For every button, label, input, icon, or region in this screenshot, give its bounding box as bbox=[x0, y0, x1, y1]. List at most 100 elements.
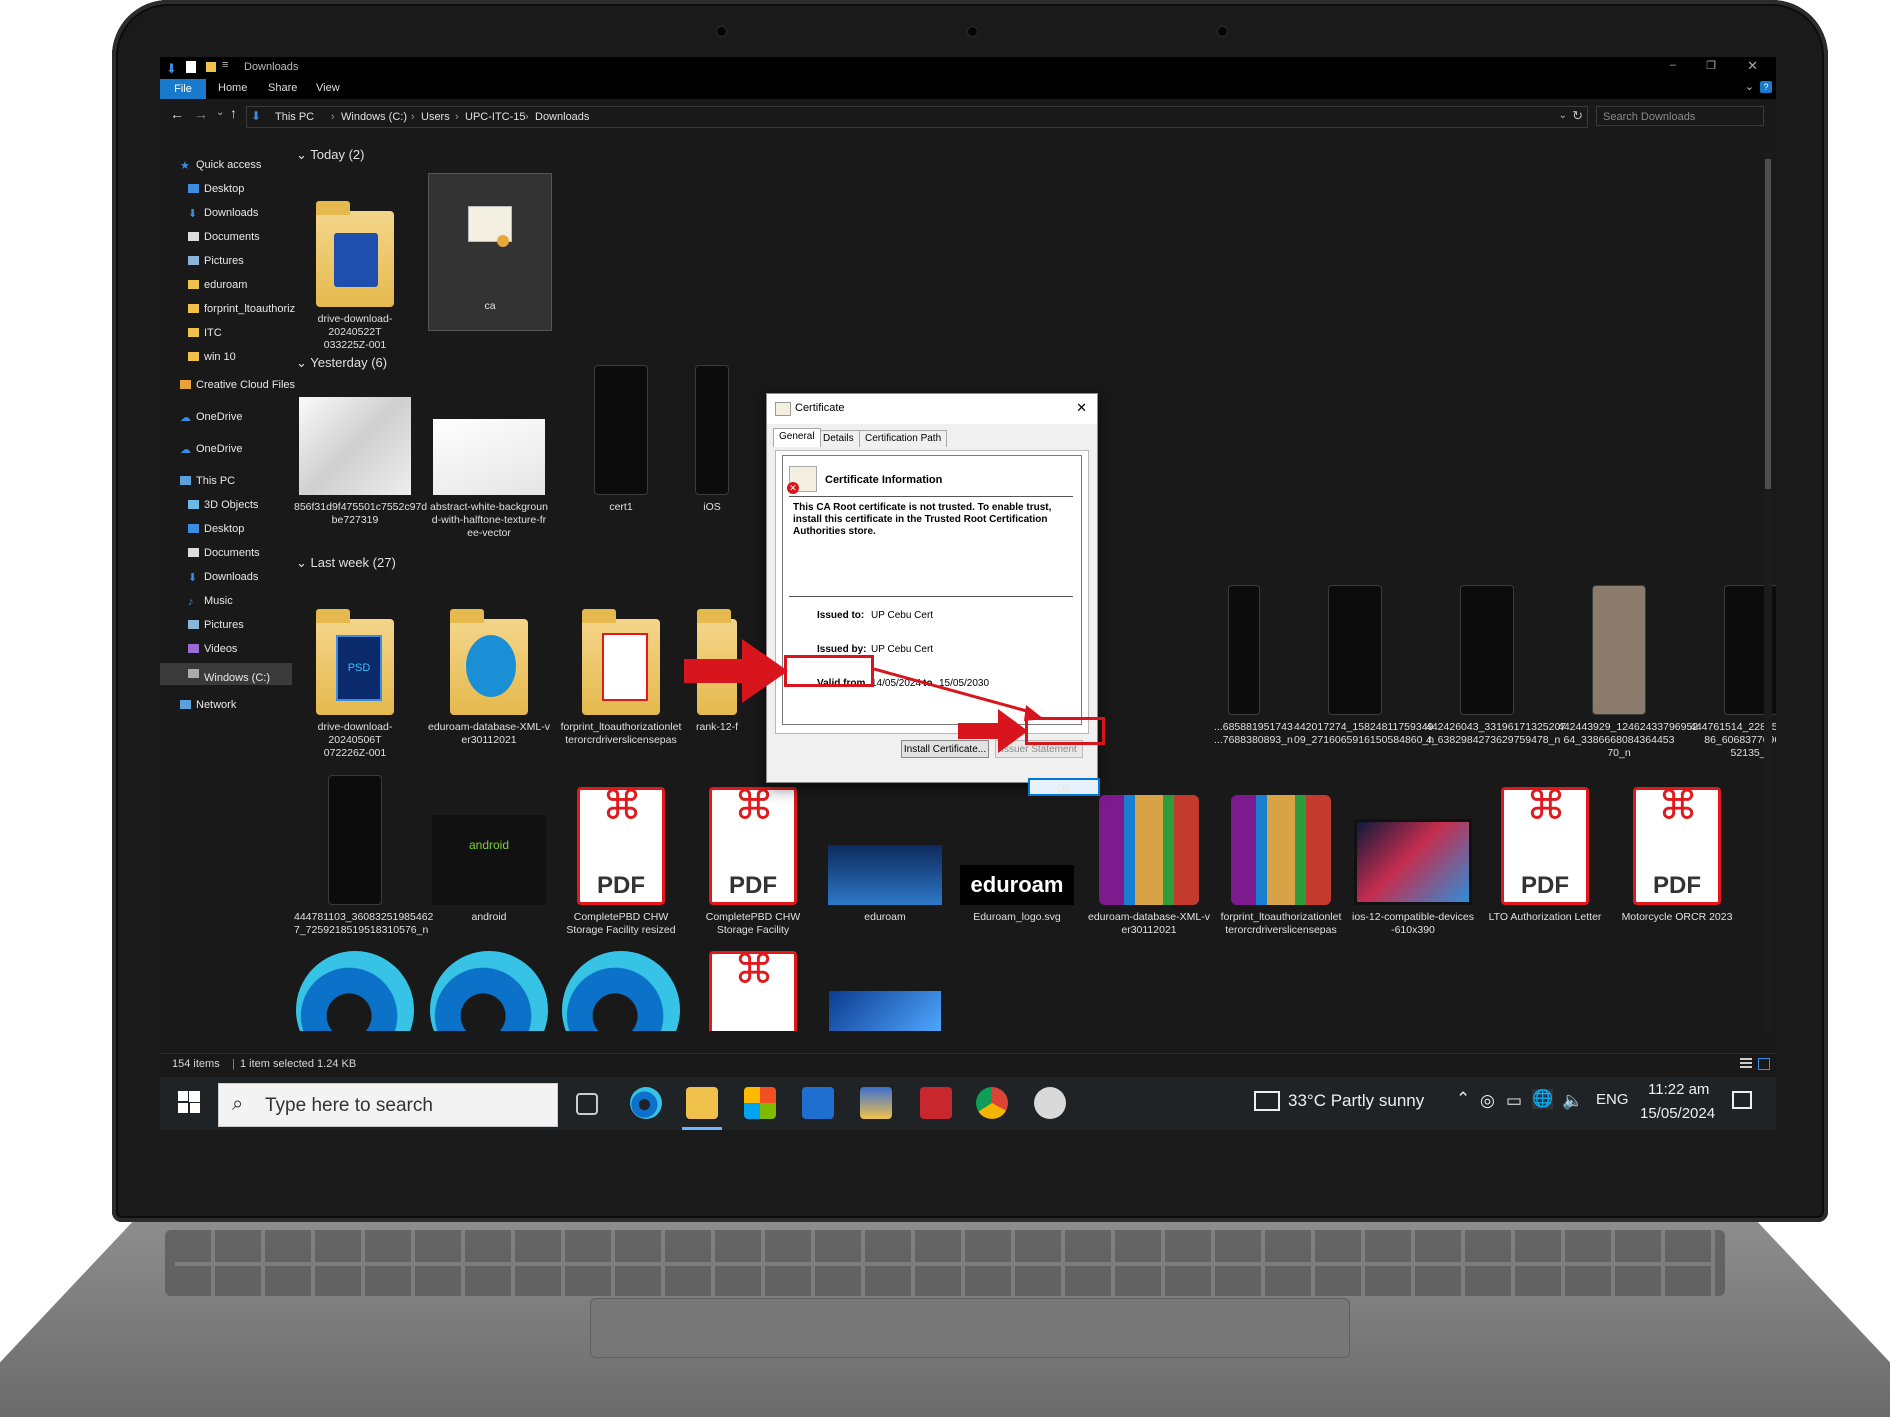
mail-icon[interactable] bbox=[802, 1087, 834, 1119]
file-item[interactable]: cert1 bbox=[560, 365, 682, 514]
nav-item-pictures[interactable]: Pictures bbox=[188, 255, 244, 267]
file-item-selected[interactable]: ca bbox=[428, 173, 552, 331]
forward-icon[interactable]: → bbox=[194, 106, 208, 122]
file-item[interactable]: 444781103_36083251985462 7_7259218519518… bbox=[294, 773, 433, 937]
file-item[interactable]: PSD drive-download-20240506T 072226Z-001 bbox=[294, 583, 416, 760]
location-icon[interactable]: ◎ bbox=[1480, 1091, 1495, 1111]
snipping-tool-icon[interactable] bbox=[1034, 1087, 1066, 1119]
quick-access-toolbar-dropdown-icon[interactable]: ≡ bbox=[222, 59, 228, 71]
file-item[interactable]: ⌘ PDF CompletePBD CHW Storage Facility re… bbox=[560, 773, 682, 937]
notifications-icon[interactable] bbox=[1732, 1091, 1752, 1109]
refresh-icon[interactable]: ↻ bbox=[1572, 108, 1583, 124]
nav-network[interactable]: Network bbox=[180, 699, 236, 711]
file-item[interactable]: forprint_ltoauthorizationlet terorcrdriv… bbox=[1220, 773, 1342, 937]
nav-item-eduroam[interactable]: eduroam bbox=[188, 279, 247, 291]
file-item[interactable]: eduroam-database-XML-v er30112021 bbox=[1088, 773, 1210, 937]
clock-time[interactable]: 11:22 am bbox=[1648, 1081, 1709, 1098]
nav-item-documents[interactable]: Documents bbox=[188, 231, 260, 243]
nav-item-pc-downloads[interactable]: ⬇ Downloads bbox=[188, 571, 258, 584]
globe-icon[interactable]: 🌐 bbox=[1532, 1089, 1554, 1109]
ribbon-tab-share[interactable]: Share bbox=[268, 82, 297, 94]
nav-item-itc[interactable]: ITC bbox=[188, 327, 222, 339]
new-folder-icon[interactable] bbox=[206, 62, 216, 72]
breadcrumb-this-pc[interactable]: This PC bbox=[275, 111, 314, 123]
file-item[interactable]: ⌘ PDF LTO Authorization Letter bbox=[1484, 773, 1606, 924]
clock-date[interactable]: 15/05/2024 bbox=[1640, 1105, 1715, 1122]
group-header-yesterday[interactable]: ⌄ Yesterday (6) bbox=[296, 355, 387, 371]
file-item[interactable]: abstract-white-backgroun d-with-halftone… bbox=[428, 395, 550, 540]
ribbon-tab-home[interactable]: Home bbox=[218, 82, 247, 94]
file-item[interactable]: 442443929_12462433796952 64_338666808436… bbox=[1558, 583, 1698, 760]
network-tool-icon[interactable] bbox=[860, 1087, 892, 1119]
nav-quick-access[interactable]: ★ Quick access bbox=[180, 159, 261, 172]
file-item[interactable]: 442426043_33196171325207 4_6382984273629… bbox=[1426, 583, 1566, 747]
battery-icon[interactable]: ▭ bbox=[1506, 1091, 1522, 1111]
nav-item-music[interactable]: ♪ Music bbox=[188, 595, 233, 608]
address-bar[interactable]: ⬇ This PC › Windows (C:) › Users › UPC-I… bbox=[246, 106, 1588, 128]
nav-item-pc-pictures[interactable]: Pictures bbox=[188, 619, 244, 631]
file-item[interactable]: eduroam-database-XML-v er30112021 bbox=[428, 583, 550, 747]
show-hidden-icons-icon[interactable]: ⌃ bbox=[1456, 1089, 1470, 1109]
file-item[interactable]: 856f31d9f475501c7552c97d be727319 bbox=[294, 395, 427, 527]
toolbox-icon[interactable] bbox=[920, 1087, 952, 1119]
file-item[interactable] bbox=[824, 991, 946, 1031]
address-dropdown-icon[interactable]: ⌄ bbox=[1559, 110, 1567, 121]
up-icon[interactable]: ↑ bbox=[230, 105, 237, 121]
start-button-icon[interactable] bbox=[178, 1091, 200, 1113]
nav-onedrive[interactable]: ☁ OneDrive bbox=[180, 411, 242, 424]
file-item[interactable]: ...685881951743 ...7688380893_n bbox=[1214, 583, 1293, 747]
breadcrumb-users[interactable]: Users bbox=[421, 111, 450, 123]
file-item[interactable] bbox=[560, 951, 682, 1031]
file-item[interactable]: forprint_ltoauthorizationlet terorcrdriv… bbox=[560, 583, 682, 747]
file-item[interactable]: ios-12-compatible-devices -610x390 bbox=[1352, 773, 1474, 937]
help-icon[interactable]: ? bbox=[1760, 81, 1772, 93]
weather-text[interactable]: 33°C Partly sunny bbox=[1288, 1091, 1424, 1111]
nav-creative-cloud[interactable]: Creative Cloud Files bbox=[180, 379, 295, 391]
file-item[interactable]: ⌘ PDF Motorcycle ORCR 2023 bbox=[1616, 773, 1738, 924]
breadcrumb-user-folder[interactable]: UPC-ITC-15 bbox=[465, 111, 526, 123]
search-downloads-input[interactable]: Search Downloads bbox=[1596, 106, 1764, 126]
nav-item-pc-desktop[interactable]: Desktop bbox=[188, 523, 244, 535]
file-item[interactable] bbox=[294, 951, 416, 1031]
properties-icon[interactable] bbox=[186, 61, 196, 73]
ok-button[interactable]: OK bbox=[1028, 778, 1100, 796]
ribbon-tab-view[interactable]: View bbox=[316, 82, 340, 94]
nav-item-desktop[interactable]: Desktop bbox=[188, 183, 244, 195]
speaker-icon[interactable]: 🔈 bbox=[1562, 1091, 1583, 1111]
nav-item-win10[interactable]: win 10 bbox=[188, 351, 236, 363]
taskbar-search-input[interactable]: Type here to search bbox=[218, 1083, 558, 1127]
file-item[interactable]: iOS bbox=[692, 365, 732, 514]
file-item[interactable]: android android bbox=[428, 773, 550, 924]
weather-icon[interactable] bbox=[1254, 1091, 1280, 1111]
nav-item-forprint[interactable]: forprint_ltoauthoriz bbox=[188, 303, 295, 315]
tab-general[interactable]: General bbox=[773, 428, 821, 447]
group-header-last-week[interactable]: ⌄ Last week (27) bbox=[296, 555, 396, 571]
expand-ribbon-icon[interactable]: ⌄ bbox=[1745, 80, 1754, 93]
file-item[interactable] bbox=[428, 951, 550, 1031]
breadcrumb-downloads[interactable]: Downloads bbox=[535, 111, 589, 123]
nav-item-videos[interactable]: Videos bbox=[188, 643, 237, 655]
ribbon-tab-file[interactable]: File bbox=[160, 79, 206, 99]
edge-icon[interactable] bbox=[630, 1087, 662, 1119]
microsoft-store-icon[interactable] bbox=[744, 1087, 776, 1119]
large-icons-view-icon[interactable] bbox=[1758, 1058, 1770, 1070]
file-explorer-icon[interactable] bbox=[686, 1087, 718, 1119]
group-header-today[interactable]: ⌄ Today (2) bbox=[296, 147, 364, 163]
scrollbar-thumb[interactable] bbox=[1765, 159, 1771, 489]
task-view-icon[interactable] bbox=[576, 1093, 598, 1115]
details-view-icon[interactable] bbox=[1740, 1058, 1752, 1070]
file-item[interactable]: 442017274_15824811759349 09_271606591615… bbox=[1294, 583, 1434, 747]
nav-onedrive-2[interactable]: ☁ OneDrive bbox=[180, 443, 242, 456]
tab-certification-path[interactable]: Certification Path bbox=[859, 430, 948, 447]
nav-item-downloads[interactable]: ⬇ Downloads bbox=[188, 207, 258, 220]
recent-locations-icon[interactable]: ⌄ bbox=[216, 107, 224, 118]
close-icon[interactable]: ✕ bbox=[1747, 58, 1758, 74]
file-item[interactable]: ⌘ PDF CompletePBD CHW Storage Facility bbox=[692, 773, 814, 937]
nav-item-pc-documents[interactable]: Documents bbox=[188, 547, 260, 559]
breadcrumb-windows-c[interactable]: Windows (C:) bbox=[341, 111, 407, 123]
nav-item-3d-objects[interactable]: 3D Objects bbox=[188, 499, 258, 511]
file-item[interactable]: drive-download-20240522T 033225Z-001 bbox=[294, 175, 416, 352]
language-indicator[interactable]: ENG bbox=[1596, 1091, 1629, 1108]
back-icon[interactable]: ← bbox=[170, 106, 184, 122]
nav-this-pc[interactable]: This PC bbox=[180, 475, 235, 487]
